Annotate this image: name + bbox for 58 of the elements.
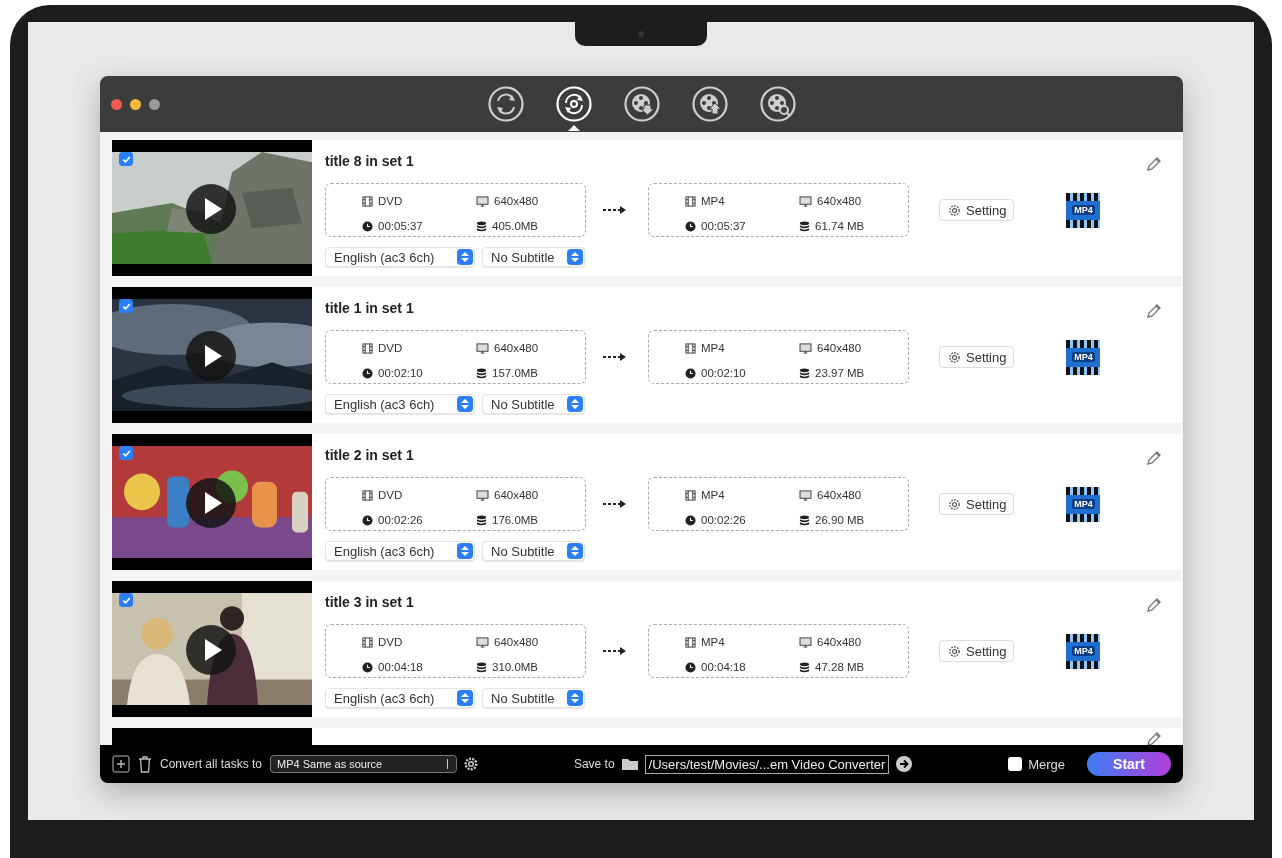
duration-label: 00:02:26 [378, 514, 423, 526]
file-size-label: 47.28 MB [815, 661, 865, 673]
file-size-label: 310.0MB [492, 661, 539, 673]
audio-track-select[interactable]: English (ac3 6ch) [325, 247, 475, 267]
format-label: DVD [378, 489, 403, 501]
format-label: DVD [378, 195, 403, 207]
audio-track-select[interactable]: English (ac3 6ch) [325, 688, 475, 708]
task-title: title 3 in set 1 [325, 594, 414, 610]
mp4-format-icon[interactable]: MP4 [1066, 633, 1101, 669]
mp4-format-icon[interactable]: MP4 [1066, 339, 1101, 375]
subtitle-select[interactable]: No Subtitle [482, 394, 585, 414]
file-size-label: 157.0MB [492, 367, 539, 379]
format-label: DVD [378, 636, 403, 648]
mp4-format-icon[interactable]: MP4 [1066, 486, 1101, 522]
save-to-label: Save to [573, 757, 615, 771]
setting-button[interactable]: Setting [939, 199, 1015, 221]
resolution-label: 640x480 [817, 342, 862, 354]
duration-label: 00:02:26 [701, 514, 746, 526]
mp4-format-icon[interactable]: MP4 [1066, 192, 1101, 228]
file-size-label: 23.97 MB [815, 367, 865, 379]
setting-button[interactable]: Setting [939, 346, 1015, 368]
format-label: MP4 [701, 636, 725, 648]
save-path-field[interactable]: /Users/test/Movies/...em Video Converter [644, 754, 890, 774]
merge-label: Merge [1028, 756, 1065, 772]
format-label: MP4 [701, 489, 725, 501]
resolution-label: 640x480 [494, 636, 539, 648]
subtitle-select[interactable]: No Subtitle [482, 541, 585, 561]
audio-track-select[interactable]: English (ac3 6ch) [325, 541, 475, 561]
subtitle-select[interactable]: No Subtitle [482, 688, 585, 708]
duration-label: 00:02:10 [701, 367, 746, 379]
resolution-label: 640x480 [494, 342, 539, 354]
convert-all-label: Convert all tasks to [160, 757, 263, 771]
audio-track-select[interactable]: English (ac3 6ch) [325, 394, 475, 414]
duration-label: 00:04:18 [378, 661, 423, 673]
setting-button[interactable]: Setting [939, 640, 1015, 662]
format-label: MP4 [701, 342, 725, 354]
duration-label: 00:05:37 [378, 220, 423, 232]
task-title: title 2 in set 1 [325, 447, 414, 463]
file-size-label: 176.0MB [492, 514, 539, 526]
format-label: DVD [378, 342, 403, 354]
duration-label: 00:04:18 [701, 661, 746, 673]
file-size-label: 61.74 MB [815, 220, 865, 232]
subtitle-select[interactable]: No Subtitle [482, 247, 585, 267]
task-title: title 8 in set 1 [325, 153, 414, 169]
format-label: MP4 [701, 195, 725, 207]
start-button[interactable]: Start [1087, 752, 1171, 776]
resolution-label: 640x480 [494, 489, 539, 501]
resolution-label: 640x480 [817, 636, 862, 648]
resolution-label: 640x480 [817, 195, 862, 207]
duration-label: 00:05:37 [701, 220, 746, 232]
file-size-label: 26.90 MB [815, 514, 865, 526]
duration-label: 00:02:10 [378, 367, 423, 379]
resolution-label: 640x480 [494, 195, 539, 207]
file-size-label: 405.0MB [492, 220, 539, 232]
setting-button[interactable]: Setting [939, 493, 1015, 515]
task-title: title 1 in set 1 [325, 300, 414, 316]
resolution-label: 640x480 [817, 489, 862, 501]
profile-select[interactable]: MP4 Same as source [270, 755, 458, 773]
